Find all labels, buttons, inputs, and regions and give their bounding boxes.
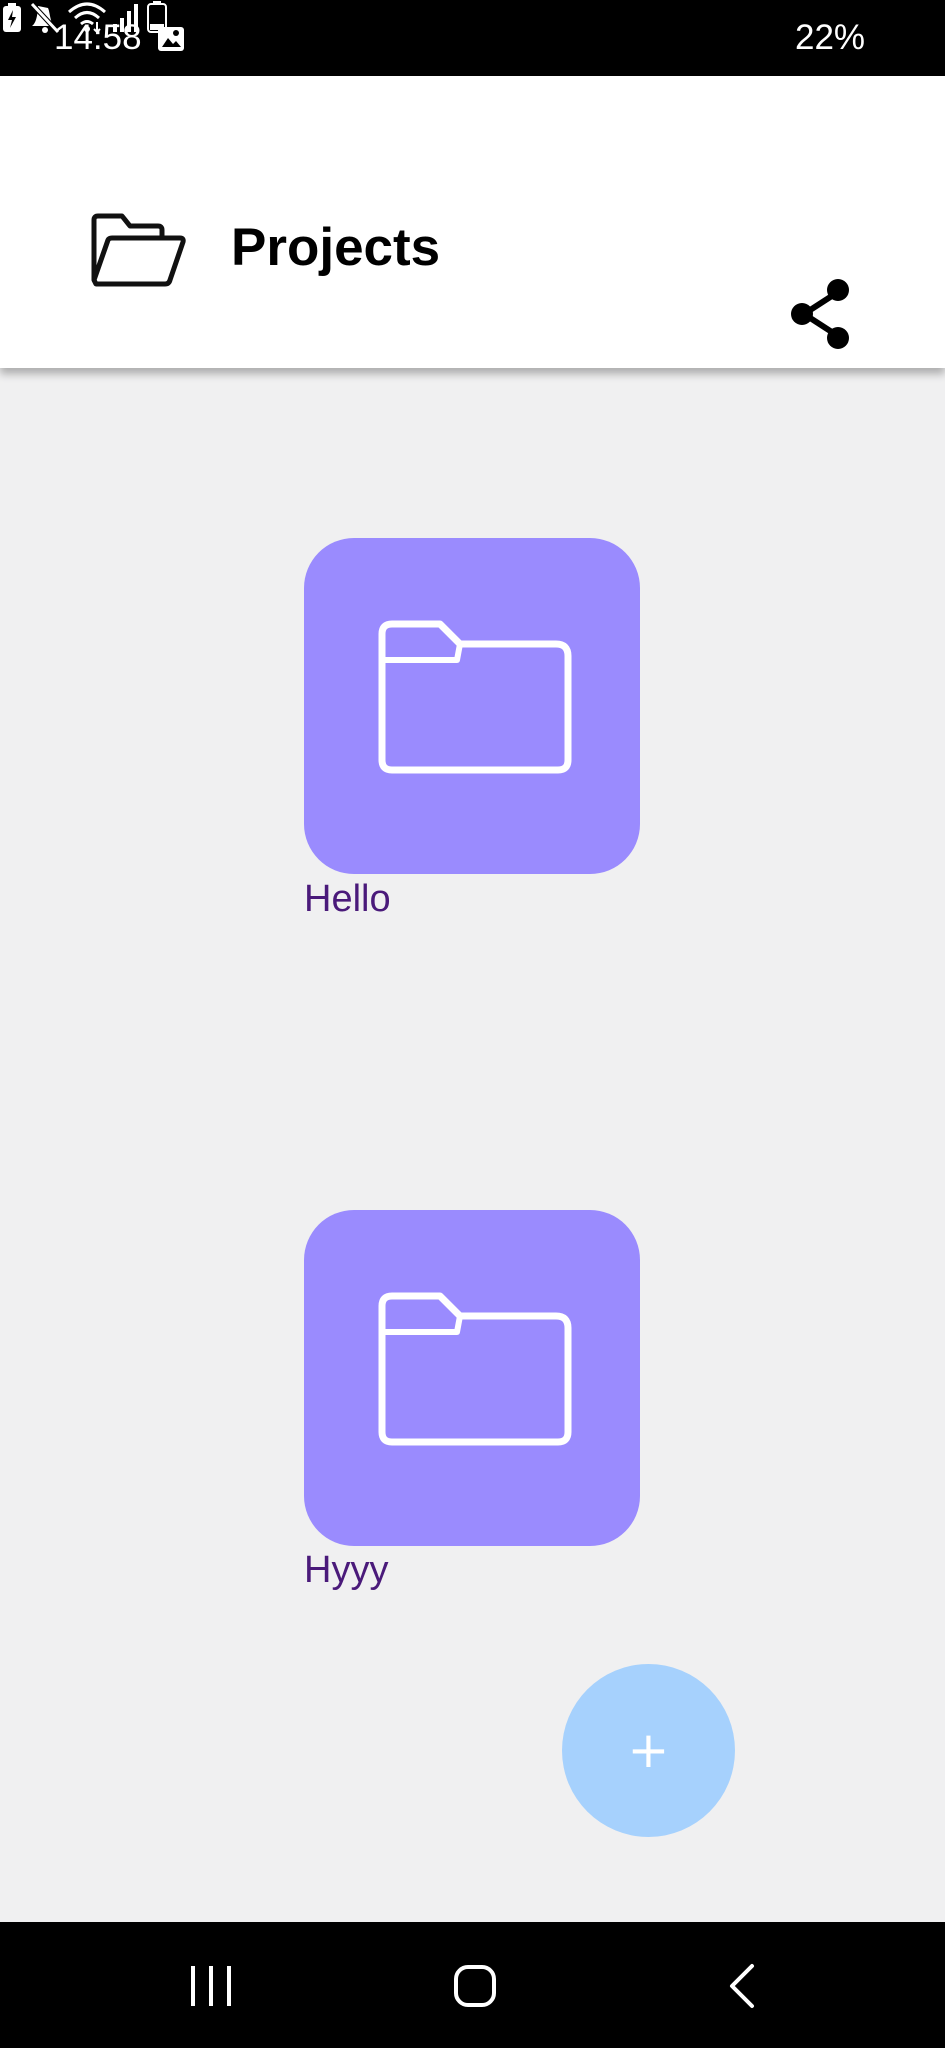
status-time: 14:58 (54, 18, 142, 57)
project-folder-tile[interactable] (304, 538, 640, 874)
battery-saver-icon (3, 3, 21, 32)
folder-icon (378, 1292, 572, 1446)
project-name: Hyyy (304, 1549, 389, 1591)
folder-icon (378, 620, 572, 774)
gallery-icon (158, 27, 184, 51)
navigation-bar (0, 1922, 945, 2048)
home-icon[interactable] (435, 1946, 515, 2026)
status-bar: 14:58 22% (0, 0, 945, 76)
add-icon: + (627, 1721, 670, 1779)
folder-open-icon (91, 213, 186, 287)
page-title: Projects (231, 218, 441, 277)
add-project-button[interactable]: + (562, 1664, 735, 1837)
share-icon[interactable] (782, 276, 862, 356)
app-bar: Projects (0, 76, 945, 368)
project-folder-tile[interactable] (304, 1210, 640, 1546)
back-icon[interactable] (702, 1946, 782, 2026)
recent-apps-icon[interactable] (171, 1946, 251, 2026)
battery-percent: 22% (795, 18, 866, 57)
project-name: Hello (304, 878, 391, 920)
